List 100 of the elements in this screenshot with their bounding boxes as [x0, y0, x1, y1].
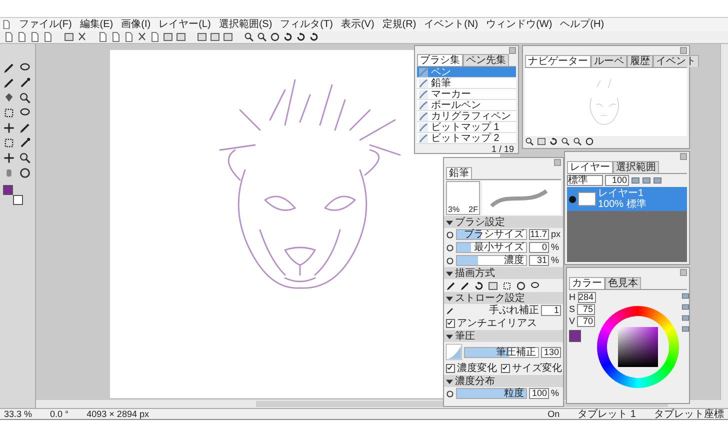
- saturation-value-square[interactable]: [618, 327, 658, 367]
- cross-icon[interactable]: [3, 152, 15, 164]
- square-icon[interactable]: [502, 280, 512, 290]
- value-field[interactable]: 75: [577, 304, 595, 315]
- menu-item[interactable]: 選択範囲(S): [218, 19, 272, 30]
- frame-icon[interactable]: [537, 137, 546, 146]
- rotate-icon[interactable]: [549, 137, 558, 146]
- magnifier-icon[interactable]: [244, 32, 254, 42]
- menu-item[interactable]: 表示(V): [340, 19, 374, 30]
- frame-icon[interactable]: [488, 280, 498, 290]
- menu-item[interactable]: 編集(E): [80, 19, 114, 30]
- slider-track[interactable]: 濃度: [456, 255, 527, 266]
- slider-track[interactable]: 筆圧補正: [464, 346, 539, 358]
- value-field[interactable]: 0: [529, 242, 549, 253]
- menu-item[interactable]: フィルタ(T): [280, 19, 333, 30]
- brush-list-item[interactable]: マーカー: [417, 89, 516, 100]
- circle-icon[interactable]: [585, 137, 594, 146]
- value-field[interactable]: 1: [541, 305, 561, 316]
- brush-list-item[interactable]: カリグラフィペン: [417, 111, 516, 122]
- pen-status: On: [548, 408, 560, 420]
- preview-label: 2F: [468, 206, 478, 214]
- slider-label: ブラシサイズ: [464, 229, 524, 240]
- menu-item[interactable]: 画像(I): [121, 19, 151, 30]
- magnifier-icon[interactable]: [19, 152, 31, 164]
- panel-tab[interactable]: 鉛筆: [446, 167, 472, 179]
- slider-track[interactable]: 最小サイズ: [456, 242, 527, 253]
- panel-tab[interactable]: ルーペ: [591, 55, 627, 67]
- magnifier-icon[interactable]: [257, 32, 267, 42]
- field-label: 手ぶれ補正: [488, 305, 539, 316]
- brush-stroke-icon: [419, 78, 428, 88]
- value-field[interactable]: 31: [529, 255, 549, 266]
- square-icon[interactable]: [3, 137, 15, 149]
- square-icon[interactable]: [3, 107, 15, 119]
- rotate-icon[interactable]: [474, 280, 484, 290]
- vertical-scrollbar[interactable]: [720, 44, 728, 400]
- checkbox[interactable]: [446, 319, 455, 328]
- value-field[interactable]: 130: [541, 346, 561, 358]
- circle-icon[interactable]: [19, 167, 31, 179]
- panel-tab[interactable]: ペン先集: [463, 54, 509, 66]
- magnifier-icon[interactable]: [561, 137, 570, 146]
- caret-icon: [446, 332, 453, 340]
- value-field[interactable]: 284: [578, 292, 596, 303]
- frame-icon[interactable]: [64, 32, 74, 42]
- panel-tab[interactable]: カラー: [569, 277, 605, 289]
- panel-tab[interactable]: 色見本: [605, 277, 641, 289]
- opacity-field[interactable]: 100: [605, 175, 629, 186]
- caret-icon: [446, 294, 453, 302]
- checkbox[interactable]: [501, 364, 510, 373]
- circle-icon[interactable]: [270, 32, 280, 42]
- checkbox-label: 濃度変化: [457, 363, 497, 374]
- value-field[interactable]: 11.7: [529, 229, 549, 240]
- caret-icon: [446, 378, 453, 384]
- menu-item[interactable]: ヘルプ(H): [560, 19, 604, 30]
- slider-track[interactable]: ブラシサイズ: [456, 229, 527, 240]
- brush-list-item[interactable]: ボールペン: [417, 100, 516, 111]
- checkbox-label: アンチエイリアス: [457, 318, 537, 329]
- section-header[interactable]: ブラシ設定: [444, 216, 563, 228]
- background-color-swatch[interactable]: [13, 195, 23, 205]
- menu-item[interactable]: ウィンドウ(W): [486, 19, 552, 30]
- dropper-icon[interactable]: [19, 77, 31, 89]
- field-label: H: [569, 292, 576, 303]
- brush-list-item[interactable]: ビットマップ 1: [417, 122, 516, 133]
- panel-tab[interactable]: 選択範囲: [613, 161, 659, 173]
- panel-tab[interactable]: イベント: [653, 55, 699, 67]
- checkbox[interactable]: [446, 364, 455, 373]
- pencil-icon[interactable]: [3, 77, 15, 89]
- brush-list-item[interactable]: ペン: [417, 67, 516, 78]
- visibility-toggle[interactable]: [569, 196, 576, 202]
- slider-label: 濃度: [504, 255, 524, 266]
- layer-row[interactable]: レイヤー1 100% 標準: [567, 187, 687, 211]
- brush-list-item[interactable]: ビットマップ 2: [417, 133, 516, 144]
- blend-mode-dropdown[interactable]: 標準: [567, 175, 603, 186]
- slider-track[interactable]: 粒度: [456, 388, 527, 399]
- pencil-icon[interactable]: [3, 62, 15, 74]
- section-header[interactable]: 描画方式: [444, 267, 563, 279]
- cross-icon[interactable]: [3, 122, 15, 134]
- panel-tab[interactable]: ナビゲーター: [525, 55, 591, 67]
- magnifier-icon[interactable]: [573, 137, 582, 146]
- magnifier-icon[interactable]: [525, 137, 534, 146]
- checkbox-label: サイズ変化: [512, 363, 562, 374]
- menu-item[interactable]: レイヤー(L): [158, 19, 211, 30]
- panel-tab[interactable]: ブラシ集: [417, 54, 463, 66]
- section-header[interactable]: 濃度分布: [444, 375, 563, 387]
- menu-item[interactable]: イベント(N): [424, 19, 478, 30]
- dropper-icon[interactable]: [19, 137, 31, 149]
- panel-tab[interactable]: レイヤー: [567, 161, 613, 173]
- foreground-color-swatch[interactable]: [3, 185, 13, 195]
- value-field[interactable]: 100: [529, 388, 549, 399]
- unit-label: %: [551, 388, 560, 399]
- menu-item[interactable]: 定規(R): [382, 19, 416, 30]
- pencil-icon[interactable]: [19, 122, 31, 134]
- brush-list-item[interactable]: 鉛筆: [417, 78, 516, 89]
- panel-tab[interactable]: 履歴: [627, 55, 653, 67]
- section-header[interactable]: ストローク設定: [444, 292, 563, 304]
- value-field[interactable]: 70: [577, 316, 595, 327]
- menu-item[interactable]: ファイル(F): [19, 19, 72, 30]
- section-header[interactable]: 筆圧: [444, 330, 563, 342]
- tablet-mode: タブレット座標: [654, 408, 724, 420]
- magnifier-icon[interactable]: [19, 92, 31, 104]
- circle-icon[interactable]: [516, 280, 526, 290]
